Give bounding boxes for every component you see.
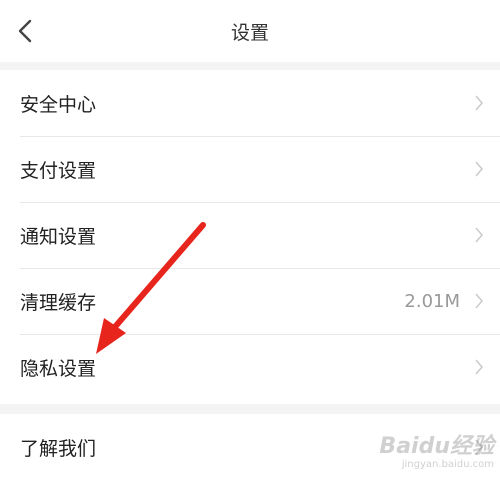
settings-item-privacy[interactable]: 隐私设置 <box>0 334 500 400</box>
settings-item-payment[interactable]: 支付设置 <box>0 136 500 202</box>
chevron-right-icon <box>475 293 484 309</box>
settings-item-clear-cache[interactable]: 清理缓存 2.01M <box>0 268 500 334</box>
settings-item-label: 安全中心 <box>20 93 97 116</box>
settings-item-label: 了解我们 <box>20 437 97 460</box>
chevron-right-icon <box>475 161 484 177</box>
settings-item-label: 隐私设置 <box>20 357 97 380</box>
baidu-watermark: Baidu经验 jingyan.baidu.com <box>379 433 494 470</box>
navigation-bar: 设置 <box>0 0 500 62</box>
cache-size-value: 2.01M <box>404 290 460 312</box>
settings-item-label: 清理缓存 <box>20 291 97 314</box>
chevron-right-icon <box>475 359 484 375</box>
settings-screen: 设置 安全中心 支付设置 通知设置 清理缓存 2.01M 隐私设置 了解我们 B… <box>0 0 500 482</box>
page-title: 设置 <box>230 22 269 44</box>
settings-item-label: 通知设置 <box>20 225 97 248</box>
settings-group-main: 安全中心 支付设置 通知设置 清理缓存 2.01M 隐私设置 <box>0 70 500 404</box>
settings-item-notifications[interactable]: 通知设置 <box>0 202 500 268</box>
chevron-right-icon <box>475 95 484 111</box>
settings-item-label: 支付设置 <box>20 159 97 182</box>
settings-item-security-center[interactable]: 安全中心 <box>0 70 500 136</box>
chevron-right-icon <box>475 227 484 243</box>
